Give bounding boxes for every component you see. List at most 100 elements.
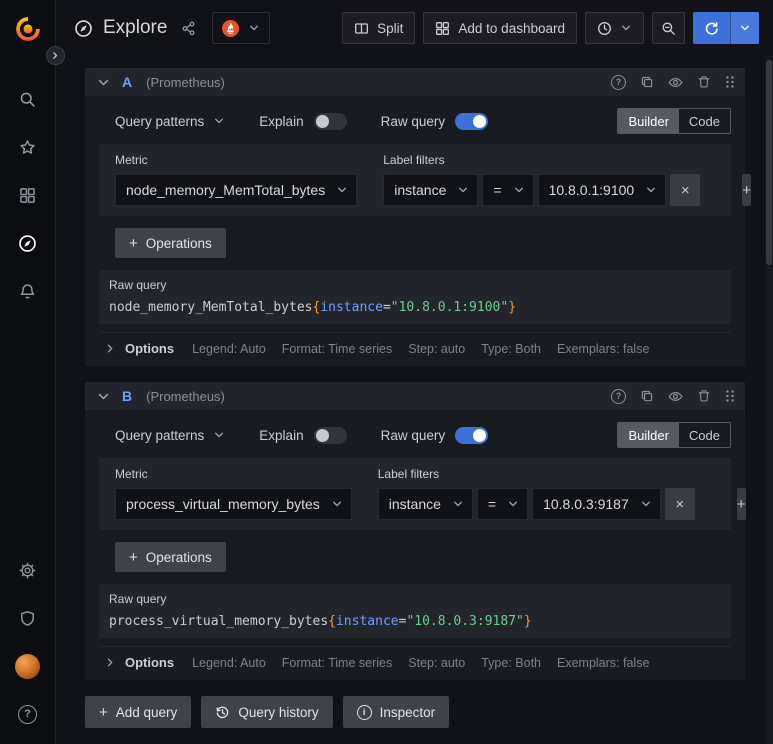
- operations-row-b: + Operations: [99, 542, 731, 572]
- run-query-button[interactable]: [693, 12, 759, 44]
- code-mode-button[interactable]: Code: [679, 109, 730, 133]
- explain-toggle[interactable]: [313, 112, 347, 130]
- sidebar-item-search[interactable]: [6, 75, 50, 123]
- sidebar: ?: [0, 0, 56, 744]
- sidebar-item-dashboards[interactable]: [6, 171, 50, 219]
- builder-mode-button[interactable]: Builder: [618, 109, 679, 133]
- label-filters-label: Label filters: [377, 467, 440, 481]
- trash-icon: [698, 390, 710, 402]
- add-query-label: Add query: [115, 704, 178, 720]
- sidebar-item-starred[interactable]: [6, 123, 50, 171]
- duplicate-query-button[interactable]: [640, 389, 654, 403]
- add-filter-button[interactable]: +: [736, 488, 746, 520]
- operations-label: Operations: [145, 235, 212, 251]
- query-ref-id: A: [122, 74, 133, 90]
- query-patterns-dropdown[interactable]: Query patterns: [115, 428, 225, 443]
- add-filter-button[interactable]: +: [742, 174, 751, 206]
- split-icon: [355, 22, 369, 34]
- query-patterns-label: Query patterns: [115, 113, 205, 129]
- sidebar-item-security[interactable]: [6, 594, 50, 642]
- topbar-actions: Split Add to dashboard: [342, 12, 759, 44]
- page-title: Explore: [103, 17, 168, 38]
- drag-handle[interactable]: [725, 389, 735, 403]
- sidebar-item-help[interactable]: ?: [6, 690, 50, 738]
- time-range-picker[interactable]: [585, 12, 644, 44]
- add-operation-button[interactable]: + Operations: [115, 228, 226, 258]
- inspector-button[interactable]: i Inspector: [342, 696, 450, 728]
- remove-query-button[interactable]: [697, 75, 711, 89]
- query-patterns-dropdown[interactable]: Query patterns: [115, 114, 225, 129]
- raw-query-toggle[interactable]: [455, 426, 489, 444]
- scrollbar-thumb[interactable]: [766, 60, 772, 265]
- filter-value: 10.8.0.3:9187: [543, 496, 629, 512]
- options-format: Format: Time series: [281, 341, 393, 356]
- query-options-b[interactable]: Options Legend: Auto Format: Time series…: [99, 646, 731, 672]
- remove-filter-button[interactable]: ×: [664, 488, 695, 520]
- query-history-button[interactable]: Query history: [201, 696, 333, 728]
- drag-handle[interactable]: [725, 75, 735, 89]
- raw-query-expression: process_virtual_memory_bytes{instance="1…: [109, 614, 721, 629]
- remove-filter-button[interactable]: ×: [670, 174, 701, 206]
- builder-mode-button[interactable]: Builder: [618, 423, 679, 447]
- explain-toggle[interactable]: [313, 426, 347, 444]
- explore-content: A (Prometheus) ? Query patterns Explain …: [56, 56, 773, 744]
- options-type: Type: Both: [481, 655, 541, 670]
- query-toolbar-a: Query patterns Explain Raw query Builder…: [99, 106, 731, 136]
- query-header-b[interactable]: B (Prometheus) ?: [85, 382, 745, 410]
- refresh-segment[interactable]: [693, 12, 731, 44]
- disable-query-button[interactable]: [668, 75, 683, 90]
- metric-value: process_virtual_memory_bytes: [126, 496, 320, 512]
- sidebar-item-alerting[interactable]: [6, 267, 50, 315]
- options-step: Step: auto: [408, 655, 466, 670]
- add-to-dashboard-button[interactable]: Add to dashboard: [423, 12, 577, 44]
- raw-query-label: Raw query: [380, 427, 446, 443]
- grafana-logo[interactable]: [12, 13, 44, 45]
- share-shortlink-button[interactable]: [181, 21, 196, 36]
- query-editor-body-a: Query patterns Explain Raw query Builder…: [85, 96, 751, 366]
- query-header-a[interactable]: A (Prometheus) ?: [85, 68, 745, 96]
- add-query-button[interactable]: + Add query: [85, 696, 192, 728]
- query-datasource-label: (Prometheus): [146, 388, 225, 404]
- query-builder-a: Metric node_memory_MemTotal_bytes Label …: [99, 144, 751, 216]
- collapse-chevron-icon: [98, 393, 109, 399]
- query-header-actions: ?: [611, 74, 735, 90]
- query-header-actions: ?: [611, 388, 735, 404]
- raw-query-toggle[interactable]: [455, 112, 489, 130]
- disable-query-button[interactable]: [668, 389, 683, 404]
- filter-operator-select[interactable]: =: [482, 174, 534, 206]
- duplicate-query-button[interactable]: [640, 75, 654, 89]
- main-area: Explore Split Add to dashboard A (Promet…: [56, 0, 773, 744]
- zoom-out-button[interactable]: [652, 12, 685, 44]
- sidebar-item-settings[interactable]: [6, 546, 50, 594]
- collapse-chevron-icon: [98, 79, 109, 85]
- split-button[interactable]: Split: [342, 12, 416, 44]
- options-format: Format: Time series: [281, 655, 393, 670]
- filter-label-select[interactable]: instance: [377, 488, 473, 520]
- filter-value-select[interactable]: 10.8.0.3:9187: [532, 488, 661, 520]
- grafana-explore-app: ? Explore Split Add to dashboard A (Prom…: [0, 0, 773, 744]
- plus-icon: +: [99, 703, 108, 721]
- metric-select[interactable]: node_memory_MemTotal_bytes: [115, 174, 358, 206]
- code-mode-button[interactable]: Code: [679, 423, 730, 447]
- sidebar-item-profile[interactable]: [6, 642, 50, 690]
- filter-label-select[interactable]: instance: [383, 174, 479, 206]
- sidebar-expand-button[interactable]: [46, 46, 65, 65]
- query-options-a[interactable]: Options Legend: Auto Format: Time series…: [99, 332, 731, 358]
- filter-value-select[interactable]: 10.8.0.1:9100: [537, 174, 667, 206]
- shield-icon: [21, 610, 34, 626]
- clock-icon: [598, 21, 611, 35]
- refresh-interval-dropdown[interactable]: [731, 12, 759, 44]
- datasource-picker[interactable]: [212, 12, 271, 44]
- sidebar-item-explore[interactable]: [6, 219, 50, 267]
- metric-select[interactable]: process_virtual_memory_bytes: [115, 488, 352, 520]
- query-help-button[interactable]: ?: [611, 74, 626, 90]
- options-legend: Legend: Auto: [192, 341, 266, 356]
- query-editor-row-b: B (Prometheus) ? Query patterns Explain …: [85, 382, 746, 680]
- sidebar-bottom: ?: [6, 546, 50, 738]
- chevron-down-icon: [459, 187, 468, 193]
- remove-query-button[interactable]: [697, 389, 711, 403]
- scrollbar-track[interactable]: [765, 56, 773, 744]
- filter-operator-select[interactable]: =: [476, 488, 529, 520]
- add-operation-button[interactable]: + Operations: [115, 542, 226, 572]
- query-help-button[interactable]: ?: [611, 388, 626, 404]
